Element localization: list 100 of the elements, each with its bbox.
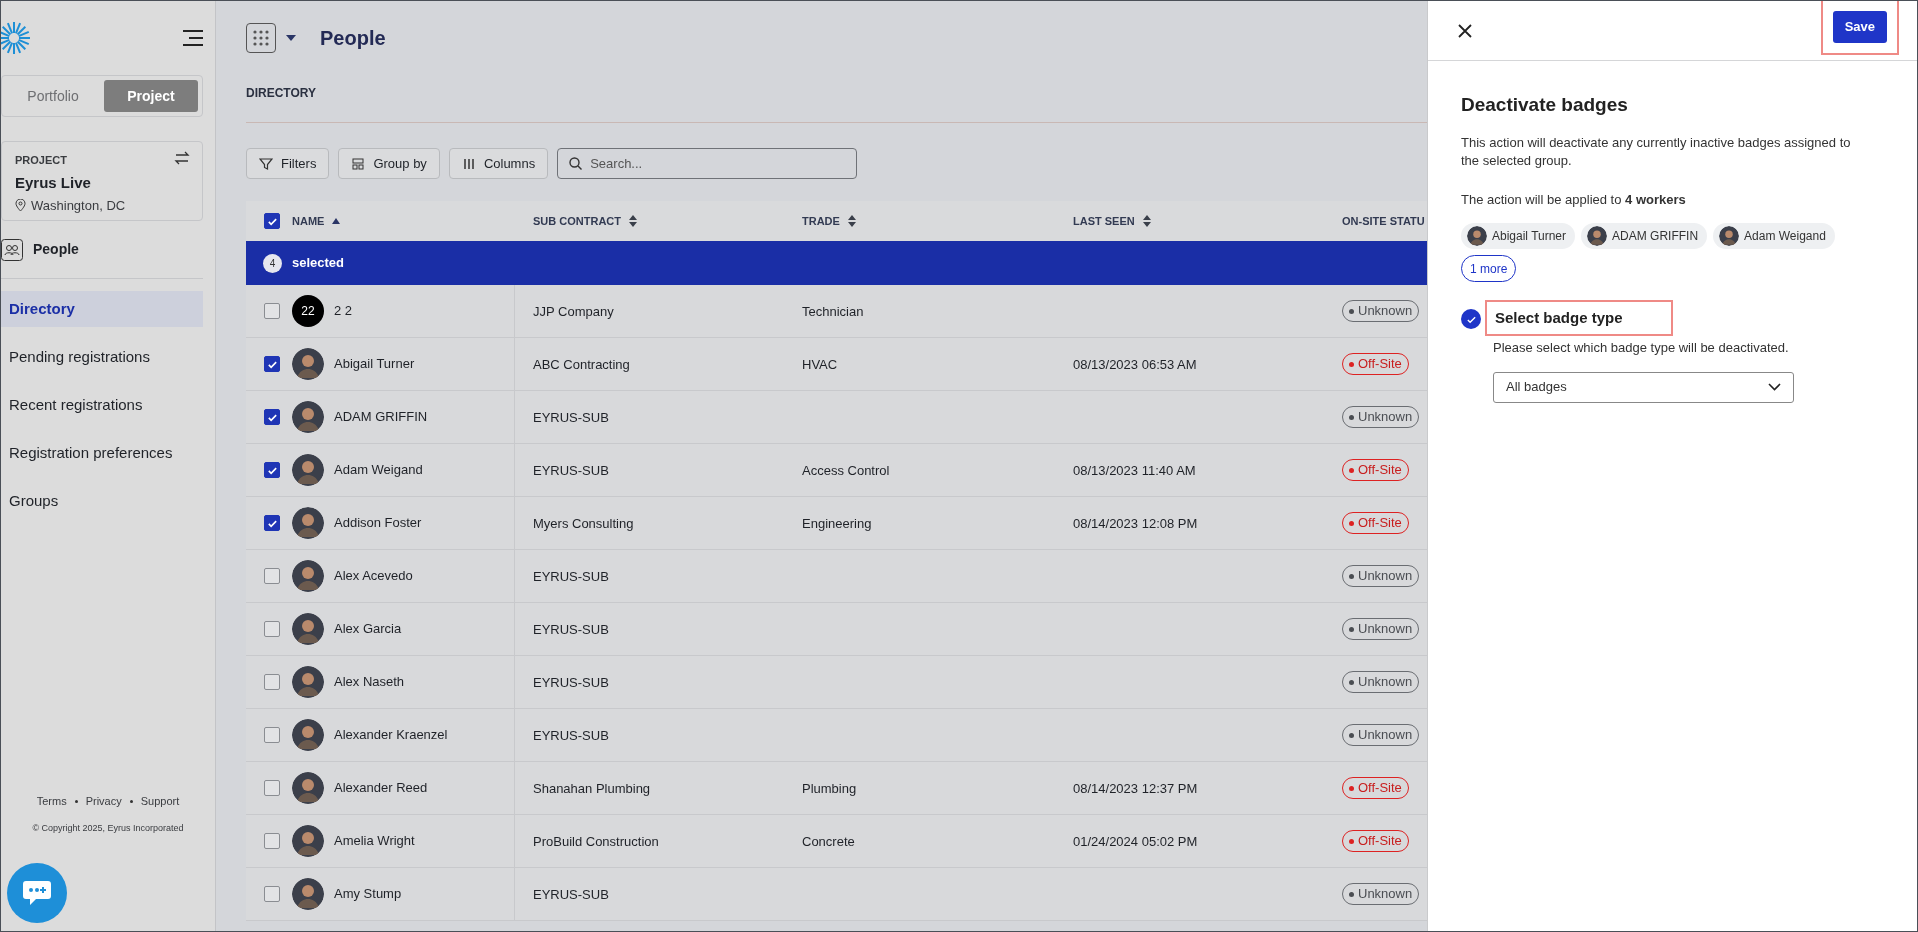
- table-cell: JJP Company: [533, 304, 614, 319]
- footer-link[interactable]: Support: [140, 793, 180, 810]
- name-cell[interactable]: Adam Weigand: [334, 460, 423, 480]
- chevron-down-icon: [1768, 383, 1781, 391]
- name-cell[interactable]: ADAM GRIFFIN: [334, 407, 428, 427]
- name-cell[interactable]: Amy Stump: [334, 884, 402, 904]
- name-cell[interactable]: Alexander Kraenzel: [334, 725, 448, 745]
- sort-icon[interactable]: [332, 218, 341, 224]
- table-cell: Concrete: [802, 834, 855, 849]
- avatar: [292, 878, 324, 910]
- section-heading: DIRECTORY: [246, 85, 317, 102]
- row-checkbox[interactable]: [264, 462, 280, 478]
- step-title: Select badge type: [1495, 309, 1624, 326]
- apps-button[interactable]: [246, 23, 276, 53]
- table-cell: EYRUS-SUB: [533, 675, 609, 690]
- footer-link[interactable]: Terms: [36, 793, 67, 810]
- worker-chip: ADAM GRIFFIN: [1581, 223, 1708, 249]
- toolbar-button[interactable]: Group by: [338, 148, 440, 179]
- project-caption: PROJECT: [15, 153, 67, 168]
- worker-chip: Abigail Turner: [1461, 223, 1576, 249]
- row-checkbox[interactable]: [264, 515, 280, 531]
- table-cell: HVAC: [802, 357, 838, 372]
- avatar: [1587, 226, 1608, 246]
- row-checkbox[interactable]: [264, 780, 280, 796]
- avatar: 22: [292, 295, 324, 327]
- table-cell: Access Control: [802, 463, 890, 478]
- save-button[interactable]: Save: [1832, 10, 1887, 43]
- column-header[interactable]: TRADE: [802, 212, 840, 230]
- nav-item[interactable]: Pending registrations: [1, 339, 203, 375]
- avatar: [292, 772, 324, 804]
- select-all-checkbox[interactable]: [264, 213, 280, 229]
- row-checkbox[interactable]: [264, 833, 280, 849]
- column-header[interactable]: LAST SEEN: [1073, 212, 1135, 230]
- table-cell: 08/14/2023 12:37 PM: [1073, 781, 1198, 796]
- search-field[interactable]: Search...: [557, 148, 858, 179]
- name-cell[interactable]: Addison Foster: [334, 513, 422, 533]
- toolbar-button[interactable]: Columns: [448, 148, 549, 179]
- nav-item[interactable]: Recent registrations: [1, 387, 203, 423]
- name-cell[interactable]: Alex Garcia: [334, 619, 402, 639]
- panel-title: Deactivate badges: [1461, 93, 1629, 117]
- column-header[interactable]: NAME: [292, 212, 325, 230]
- table-cell: Shanahan Plumbing: [533, 781, 651, 796]
- dot-separator: [129, 799, 133, 803]
- sort-icon[interactable]: [629, 215, 637, 227]
- selection-label: selected: [292, 254, 345, 273]
- layout-icon: [351, 156, 366, 171]
- chat-button[interactable]: [7, 863, 67, 923]
- badge-type-select[interactable]: All badges: [1493, 371, 1794, 403]
- selection-count: 4: [263, 253, 282, 273]
- column-header[interactable]: SUB CONTRACT: [533, 212, 621, 230]
- dot-separator: [74, 799, 78, 803]
- project-name: Eyrus Live: [15, 172, 92, 193]
- table-cell: 08/14/2023 12:08 PM: [1073, 516, 1198, 531]
- row-checkbox[interactable]: [264, 621, 280, 637]
- table-cell: Technician: [802, 304, 864, 319]
- step-hint: Please select which badge type will be deactivated.: [1493, 339, 1790, 357]
- scope-tab[interactable]: Project: [104, 80, 198, 112]
- row-checkbox[interactable]: [264, 356, 280, 372]
- sort-icon[interactable]: [1142, 215, 1151, 227]
- name-cell[interactable]: Alexander Reed: [334, 778, 428, 798]
- logo-icon[interactable]: [1, 21, 31, 55]
- project-card[interactable]: PROJECT Eyrus Live Washington, DC: [1, 141, 203, 221]
- name-cell[interactable]: Amelia Wright: [334, 831, 415, 851]
- filter-icon: [259, 156, 273, 171]
- avatar: [292, 613, 324, 645]
- avatar: [292, 507, 324, 539]
- name-cell[interactable]: Alex Naseth: [334, 672, 405, 692]
- caret-icon[interactable]: [286, 35, 296, 41]
- row-checkbox[interactable]: [264, 303, 280, 319]
- table-cell: EYRUS-SUB: [533, 463, 609, 478]
- table-cell: EYRUS-SUB: [533, 622, 609, 637]
- name-cell[interactable]: Abigail Turner: [334, 354, 415, 374]
- column-header[interactable]: ON-SITE STATU: [1342, 212, 1425, 230]
- name-cell[interactable]: 2 2: [334, 301, 353, 321]
- table-cell: Plumbing: [802, 781, 857, 796]
- panel-description: This action will deactivate any currently inactive badges assigned to the selected group.: [1461, 133, 1852, 170]
- row-checkbox[interactable]: [264, 674, 280, 690]
- footer-link[interactable]: Privacy: [85, 793, 122, 810]
- close-icon[interactable]: [1458, 23, 1472, 38]
- table-cell: ProBuild Construction: [533, 834, 659, 849]
- row-checkbox[interactable]: [264, 409, 280, 425]
- search-icon: [569, 157, 583, 170]
- swap-icon[interactable]: [174, 151, 190, 165]
- table-cell: EYRUS-SUB: [533, 569, 609, 584]
- toolbar-button[interactable]: Filters: [246, 148, 330, 179]
- row-checkbox[interactable]: [264, 568, 280, 584]
- menu-icon[interactable]: [183, 30, 203, 46]
- table-cell: ABC Contracting: [533, 357, 630, 372]
- nav-item[interactable]: Groups: [1, 483, 203, 519]
- sort-icon[interactable]: [847, 215, 856, 227]
- nav-item[interactable]: Registration preferences: [1, 435, 203, 471]
- row-checkbox[interactable]: [264, 886, 280, 902]
- name-cell[interactable]: Alex Acevedo: [334, 566, 413, 586]
- copyright: © Copyright 2025, Eyrus Incorporated: [32, 821, 184, 835]
- scope-tab[interactable]: Portfolio: [6, 80, 100, 112]
- worker-chip: Adam Weigand: [1713, 223, 1835, 249]
- avatar: [292, 825, 324, 857]
- nav-item[interactable]: Directory: [1, 291, 203, 327]
- avatar: [292, 719, 324, 751]
- row-checkbox[interactable]: [264, 727, 280, 743]
